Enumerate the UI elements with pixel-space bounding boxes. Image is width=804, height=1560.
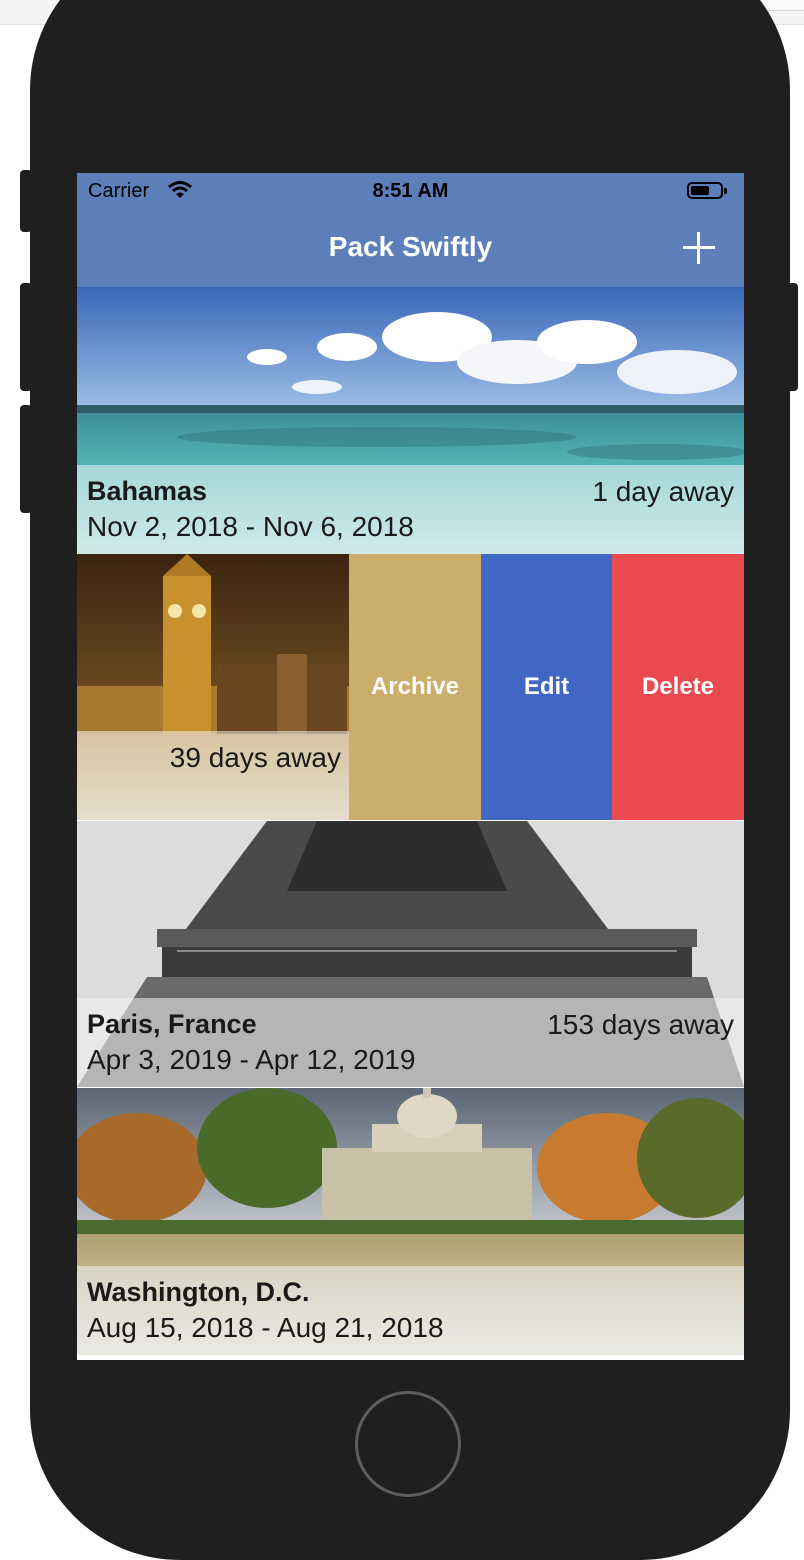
trip-days-away: 39 days away — [169, 742, 341, 773]
trip-dates: Aug 15, 2018 - Aug 21, 2018 — [87, 1312, 444, 1343]
trip-row-washington[interactable]: Washington, D.C. Aug 15, 2018 - Aug 21, … — [77, 1088, 744, 1355]
trip-dates: Nov 2, 2018 - Nov 6, 2018 — [87, 511, 414, 542]
trip-place: Paris, France — [87, 1009, 257, 1039]
trip-days-away: 1 day away — [592, 476, 734, 507]
archive-button[interactable]: Archive — [349, 554, 481, 820]
trip-dates: Apr 3, 2019 - Apr 12, 2019 — [87, 1044, 416, 1075]
home-button[interactable] — [355, 1391, 461, 1497]
swiped-trip-content: 39 days away — [77, 554, 349, 820]
trip-row-bahamas[interactable]: Bahamas Nov 2, 2018 - Nov 6, 2018 1 day … — [77, 287, 744, 554]
trip-place: Bahamas — [87, 476, 208, 506]
add-trip-button[interactable] — [677, 226, 721, 270]
trip-caption: 39 days away — [77, 731, 349, 820]
navigation-bar: Pack Swiftly — [77, 213, 744, 288]
trip-row-london[interactable]: 39 days away Archive Edit Delete — [77, 554, 744, 820]
battery-icon — [687, 182, 727, 199]
clock-time: 8:51 AM — [372, 180, 449, 202]
phone-screen: Carrier 8:51 AM Pack Swiftly Bahamas Nov… — [77, 173, 744, 1360]
trip-place: Washington, D.C. — [87, 1277, 310, 1307]
archive-label: Archive — [370, 673, 460, 700]
trip-row-paris[interactable]: Paris, France Apr 3, 2019 - Apr 12, 2019… — [77, 821, 744, 1087]
trip-days-away: 153 days away — [547, 1009, 734, 1040]
edit-label: Edit — [523, 673, 570, 700]
trip-caption: Paris, France Apr 3, 2019 - Apr 12, 2019… — [77, 998, 744, 1087]
delete-label: Delete — [641, 673, 715, 700]
nav-title: Pack Swiftly — [328, 231, 493, 262]
trip-caption: Bahamas Nov 2, 2018 - Nov 6, 2018 1 day … — [77, 465, 744, 554]
delete-button[interactable]: Delete — [612, 554, 744, 820]
edit-button[interactable]: Edit — [481, 554, 612, 820]
status-bar: Carrier 8:51 AM — [77, 173, 744, 213]
trip-caption: Washington, D.C. Aug 15, 2018 - Aug 21, … — [77, 1266, 744, 1355]
